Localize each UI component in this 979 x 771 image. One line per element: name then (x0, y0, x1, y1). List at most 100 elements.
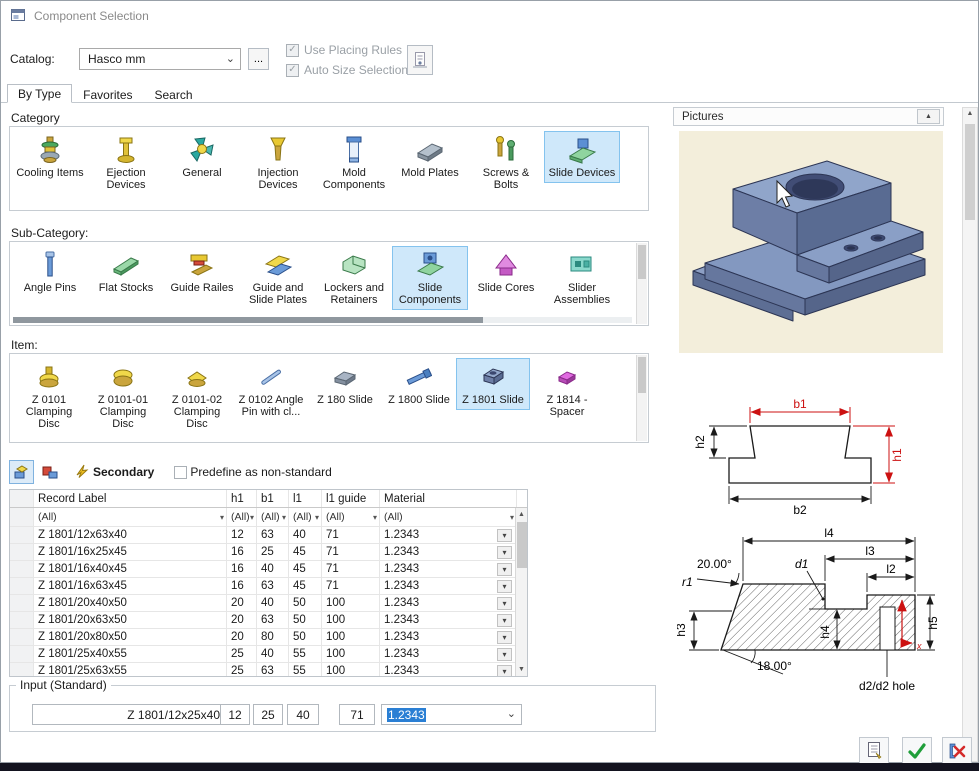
cell-b1[interactable]: 63 (257, 527, 289, 543)
table-row[interactable]: Z 1801/20x40x50 20 40 50 100 1.2343 ▾ (10, 595, 527, 612)
material-dropdown-button[interactable]: ▾ (497, 596, 512, 610)
l1-input[interactable]: 40 (287, 704, 319, 725)
taskbar[interactable] (0, 763, 979, 771)
filter-l1-guide[interactable]: (All) ▾ (322, 508, 380, 526)
cell-h1[interactable]: 16 (227, 578, 257, 594)
cell-b1[interactable]: 80 (257, 629, 289, 645)
cell-material[interactable]: 1.2343 ▾ (380, 527, 517, 543)
material-dropdown-button[interactable]: ▾ (497, 664, 512, 676)
cell-l1[interactable]: 50 (289, 629, 322, 645)
h1-input[interactable]: 12 (220, 704, 250, 725)
tab-favorites[interactable]: Favorites (72, 86, 143, 103)
cell-b1[interactable]: 40 (257, 595, 289, 611)
cell-l1[interactable]: 45 (289, 578, 322, 594)
auto-size-selection-option[interactable]: ✓ Auto Size Selection (286, 62, 408, 78)
catalog-dropdown[interactable]: Hasco mm ⌄ (79, 48, 241, 70)
filter-material[interactable]: (All) ▾ (380, 508, 517, 526)
cell-h1[interactable]: 25 (227, 663, 257, 676)
info-button[interactable] (407, 45, 433, 75)
category-item-ejection-devices[interactable]: Ejection Devices (88, 131, 164, 195)
cell-material[interactable]: 1.2343 ▾ (380, 612, 517, 628)
item-z0101-02[interactable]: Z 0101-02 Clamping Disc (160, 358, 234, 434)
cell-b1[interactable]: 40 (257, 561, 289, 577)
cell-record[interactable]: Z 1801/12x63x40 (34, 527, 227, 543)
cell-record[interactable]: Z 1801/25x63x55 (34, 663, 227, 676)
cell-record[interactable]: Z 1801/16x40x45 (34, 561, 227, 577)
filter-record-label[interactable]: (All) ▾ (34, 508, 227, 526)
secondary-component-button[interactable] (37, 460, 62, 484)
item-scrollbar-vertical[interactable] (636, 355, 647, 441)
scrollbar-thumb[interactable] (516, 522, 527, 568)
scrollbar-thumb[interactable] (638, 357, 646, 394)
column-header-l1-guide[interactable]: l1 guide (322, 490, 380, 507)
subcategory-scrollbar-horizontal[interactable] (13, 317, 632, 323)
material-dropdown-button[interactable]: ▾ (497, 630, 512, 644)
item-z1814[interactable]: Z 1814 - Spacer (530, 358, 604, 422)
cell-b1[interactable]: 63 (257, 578, 289, 594)
material-dropdown[interactable]: 1.2343 ⌄ (381, 704, 522, 725)
title-bar[interactable]: Component Selection (1, 1, 978, 31)
cell-record[interactable]: Z 1801/20x80x50 (34, 629, 227, 645)
cell-l1-guide[interactable]: 100 (322, 595, 380, 611)
filter-h1[interactable]: (All) ▾ (227, 508, 257, 526)
column-header-l1[interactable]: l1 (289, 490, 322, 507)
item-z0101[interactable]: Z 0101 Clamping Disc (12, 358, 86, 434)
table-row[interactable]: Z 1801/25x40x55 25 40 55 100 1.2343 ▾ (10, 646, 527, 663)
cell-l1[interactable]: 55 (289, 663, 322, 676)
pictures-scrollbar[interactable]: ▲ (962, 107, 978, 762)
cell-l1[interactable]: 45 (289, 561, 322, 577)
scrollbar-thumb[interactable] (965, 124, 975, 220)
item-z1801[interactable]: Z 1801 Slide (456, 358, 530, 410)
subcategory-item-slide-components[interactable]: Slide Components (392, 246, 468, 310)
cell-l1-guide[interactable]: 100 (322, 629, 380, 645)
material-dropdown-button[interactable]: ▾ (497, 562, 512, 576)
cell-l1-guide[interactable]: 71 (322, 578, 380, 594)
collapse-pictures-button[interactable]: ▲ (917, 109, 940, 124)
subcategory-scrollbar-vertical[interactable] (636, 243, 647, 324)
cell-h1[interactable]: 25 (227, 646, 257, 662)
ok-button[interactable] (902, 737, 932, 764)
row-selector[interactable] (10, 595, 34, 611)
table-row[interactable]: Z 1801/16x25x45 16 25 45 71 1.2343 ▾ (10, 544, 527, 561)
cell-h1[interactable]: 16 (227, 544, 257, 560)
auto-size-checkbox[interactable]: ✓ (286, 63, 299, 77)
cell-material[interactable]: 1.2343 ▾ (380, 544, 517, 560)
subcategory-item-slide-cores[interactable]: Slide Cores (468, 246, 544, 298)
subcategory-item-guide-railes[interactable]: Guide Railes (164, 246, 240, 298)
category-item-injection-devices[interactable]: Injection Devices (240, 131, 316, 195)
primary-component-button[interactable] (9, 460, 34, 484)
subcategory-item-guide-slide-plates[interactable]: Guide and Slide Plates (240, 246, 316, 310)
scrollbar-thumb[interactable] (13, 317, 484, 323)
cell-l1-guide[interactable]: 100 (322, 663, 380, 676)
table-row[interactable]: Z 1801/16x40x45 16 40 45 71 1.2343 ▾ (10, 561, 527, 578)
subcategory-item-angle-pins[interactable]: Angle Pins (12, 246, 88, 298)
filter-b1[interactable]: (All) ▾ (257, 508, 289, 526)
filter-l1[interactable]: (All) ▾ (289, 508, 322, 526)
table-row[interactable]: Z 1801/20x63x50 20 63 50 100 1.2343 ▾ (10, 612, 527, 629)
material-dropdown-button[interactable]: ▾ (497, 647, 512, 661)
b1-input[interactable]: 25 (253, 704, 283, 725)
tab-search[interactable]: Search (144, 86, 204, 103)
column-header-h1[interactable]: h1 (227, 490, 257, 507)
item-z0101-01[interactable]: Z 0101-01 Clamping Disc (86, 358, 160, 434)
cell-material[interactable]: 1.2343 ▾ (380, 561, 517, 577)
column-header-material[interactable]: Material (380, 490, 517, 507)
table-row[interactable]: Z 1801/20x80x50 20 80 50 100 1.2343 ▾ (10, 629, 527, 646)
category-item-mold-components[interactable]: Mold Components (316, 131, 392, 195)
cell-h1[interactable]: 16 (227, 561, 257, 577)
catalog-browse-button[interactable]: ... (248, 48, 269, 70)
column-header-b1[interactable]: b1 (257, 490, 289, 507)
subcategory-item-slider-assemblies[interactable]: Slider Assemblies (544, 246, 620, 310)
row-selector[interactable] (10, 527, 34, 543)
scroll-up-icon[interactable]: ▲ (516, 508, 528, 521)
scroll-up-icon[interactable]: ▲ (963, 110, 977, 117)
cell-l1-guide[interactable]: 71 (322, 561, 380, 577)
category-item-mold-plates[interactable]: Mold Plates (392, 131, 468, 183)
predefine-checkbox[interactable]: ✓ (174, 465, 188, 479)
l1-guide-input[interactable]: 71 (339, 704, 375, 725)
cell-material[interactable]: 1.2343 ▾ (380, 578, 517, 594)
row-selector[interactable] (10, 561, 34, 577)
category-item-screws-bolts[interactable]: Screws & Bolts (468, 131, 544, 195)
cell-h1[interactable]: 20 (227, 595, 257, 611)
table-row[interactable]: Z 1801/12x63x40 12 63 40 71 1.2343 ▾ (10, 527, 527, 544)
